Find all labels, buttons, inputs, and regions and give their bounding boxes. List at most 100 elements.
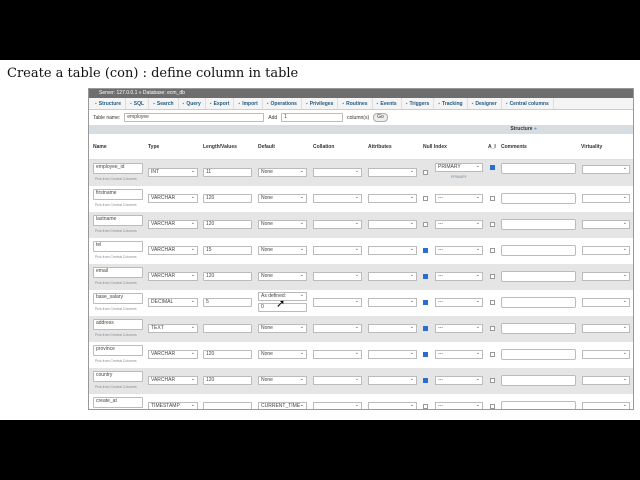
length-input[interactable]: 15	[203, 246, 252, 255]
virtuality-select[interactable]	[582, 298, 630, 307]
attributes-select[interactable]	[368, 376, 417, 385]
tab-query[interactable]: ▪ Query	[179, 98, 206, 109]
comments-textarea[interactable]	[501, 401, 576, 409]
attributes-select[interactable]	[368, 298, 417, 307]
type-select[interactable]: VARCHAR	[148, 350, 198, 359]
comments-textarea[interactable]	[501, 245, 576, 256]
index-select[interactable]: PRIMARY	[435, 163, 483, 172]
length-input[interactable]: 120	[203, 194, 252, 203]
tab-structure[interactable]: ▪ Structure	[91, 98, 127, 109]
collation-select[interactable]	[313, 324, 362, 333]
attributes-select[interactable]	[368, 402, 417, 409]
column-name-input[interactable]: email	[93, 267, 143, 278]
default-select[interactable]: None	[258, 168, 307, 177]
auto-increment-checkbox[interactable]	[490, 165, 495, 170]
type-select[interactable]: DECIMAL	[148, 298, 198, 307]
virtuality-select[interactable]	[582, 324, 630, 333]
length-input[interactable]	[203, 324, 252, 333]
auto-increment-checkbox[interactable]	[490, 404, 495, 409]
comments-textarea[interactable]	[501, 375, 576, 386]
table-name-input[interactable]: employee	[124, 113, 265, 122]
auto-increment-checkbox[interactable]	[490, 222, 495, 227]
index-select[interactable]: ---	[435, 220, 483, 229]
attributes-select[interactable]	[368, 168, 417, 177]
index-select[interactable]: ---	[435, 194, 483, 203]
type-select[interactable]: VARCHAR	[148, 194, 198, 203]
null-checkbox[interactable]	[423, 248, 428, 253]
default-select[interactable]: None	[258, 246, 307, 255]
index-select[interactable]: ---	[435, 298, 483, 307]
column-name-input[interactable]: create_at	[93, 397, 143, 408]
virtuality-select[interactable]	[582, 194, 630, 203]
tab-export[interactable]: ▪ Export	[206, 98, 235, 109]
comments-textarea[interactable]	[501, 193, 576, 204]
virtuality-select[interactable]	[582, 165, 630, 174]
breadcrumb-database[interactable]: Database: ecm_db	[143, 90, 185, 96]
type-select[interactable]: VARCHAR	[148, 246, 198, 255]
default-select[interactable]: None	[258, 194, 307, 203]
attributes-select[interactable]	[368, 324, 417, 333]
tab-operations[interactable]: ▪ Operations	[263, 98, 302, 109]
collation-select[interactable]	[313, 376, 362, 385]
column-name-input[interactable]: tel	[93, 241, 143, 252]
pick-central-columns-link[interactable]: Pick from Central Columns	[95, 307, 137, 311]
attributes-select[interactable]	[368, 194, 417, 203]
length-input[interactable]: 5	[203, 298, 252, 307]
type-select[interactable]: TEXT	[148, 324, 198, 333]
tab-central-columns[interactable]: ▪ Central columns	[502, 98, 554, 109]
index-select[interactable]: ---	[435, 324, 483, 333]
null-checkbox[interactable]	[423, 300, 428, 305]
virtuality-select[interactable]	[582, 402, 630, 409]
attributes-select[interactable]	[368, 220, 417, 229]
default-select[interactable]: CURRENT_TIME	[258, 402, 307, 409]
null-checkbox[interactable]	[423, 352, 428, 357]
length-input[interactable]: 120	[203, 272, 252, 281]
help-icon[interactable]: ●	[534, 126, 537, 132]
index-select[interactable]: ---	[435, 350, 483, 359]
pick-central-columns-link[interactable]: Pick from Central Columns	[95, 359, 137, 363]
column-name-input[interactable]: lastname	[93, 215, 143, 226]
virtuality-select[interactable]	[582, 350, 630, 359]
default-select[interactable]: None	[258, 272, 307, 281]
length-input[interactable]: 11	[203, 168, 252, 177]
comments-textarea[interactable]	[501, 297, 576, 308]
type-select[interactable]: INT	[148, 168, 198, 177]
auto-increment-checkbox[interactable]	[490, 326, 495, 331]
tab-search[interactable]: ▪ Search	[149, 98, 179, 109]
auto-increment-checkbox[interactable]	[490, 300, 495, 305]
column-name-input[interactable]: firstname	[93, 189, 143, 200]
null-checkbox[interactable]	[423, 378, 428, 383]
collation-select[interactable]	[313, 168, 362, 177]
default-select[interactable]: None	[258, 220, 307, 229]
collation-select[interactable]	[313, 272, 362, 281]
collation-select[interactable]	[313, 402, 362, 409]
collation-select[interactable]	[313, 298, 362, 307]
collation-select[interactable]	[313, 220, 362, 229]
null-checkbox[interactable]	[423, 170, 428, 175]
pick-central-columns-link[interactable]: Pick from Central Columns	[95, 203, 137, 207]
tab-events[interactable]: ▪ Events	[373, 98, 402, 109]
go-button[interactable]: Go	[373, 113, 388, 122]
auto-increment-checkbox[interactable]	[490, 248, 495, 253]
collation-select[interactable]	[313, 246, 362, 255]
attributes-select[interactable]	[368, 272, 417, 281]
index-select[interactable]: ---	[435, 376, 483, 385]
collation-select[interactable]	[313, 350, 362, 359]
column-name-input[interactable]: province	[93, 345, 143, 356]
virtuality-select[interactable]	[582, 272, 630, 281]
length-input[interactable]: 120	[203, 376, 252, 385]
pick-central-columns-link[interactable]: Pick from Central Columns	[95, 333, 137, 337]
index-select[interactable]: ---	[435, 402, 483, 409]
collation-select[interactable]	[313, 194, 362, 203]
attributes-select[interactable]	[368, 350, 417, 359]
type-select[interactable]: VARCHAR	[148, 376, 198, 385]
breadcrumb-server[interactable]: Server: 127.0.0.1	[99, 90, 137, 96]
index-select[interactable]: ---	[435, 272, 483, 281]
column-name-input[interactable]: address	[93, 319, 143, 330]
add-columns-input[interactable]: 1	[281, 113, 344, 122]
attributes-select[interactable]	[368, 246, 417, 255]
tab-privileges[interactable]: ▪ Privileges	[302, 98, 339, 109]
type-select[interactable]: VARCHAR	[148, 272, 198, 281]
pick-central-columns-link[interactable]: Pick from Central Columns	[95, 255, 137, 259]
virtuality-select[interactable]	[582, 246, 630, 255]
